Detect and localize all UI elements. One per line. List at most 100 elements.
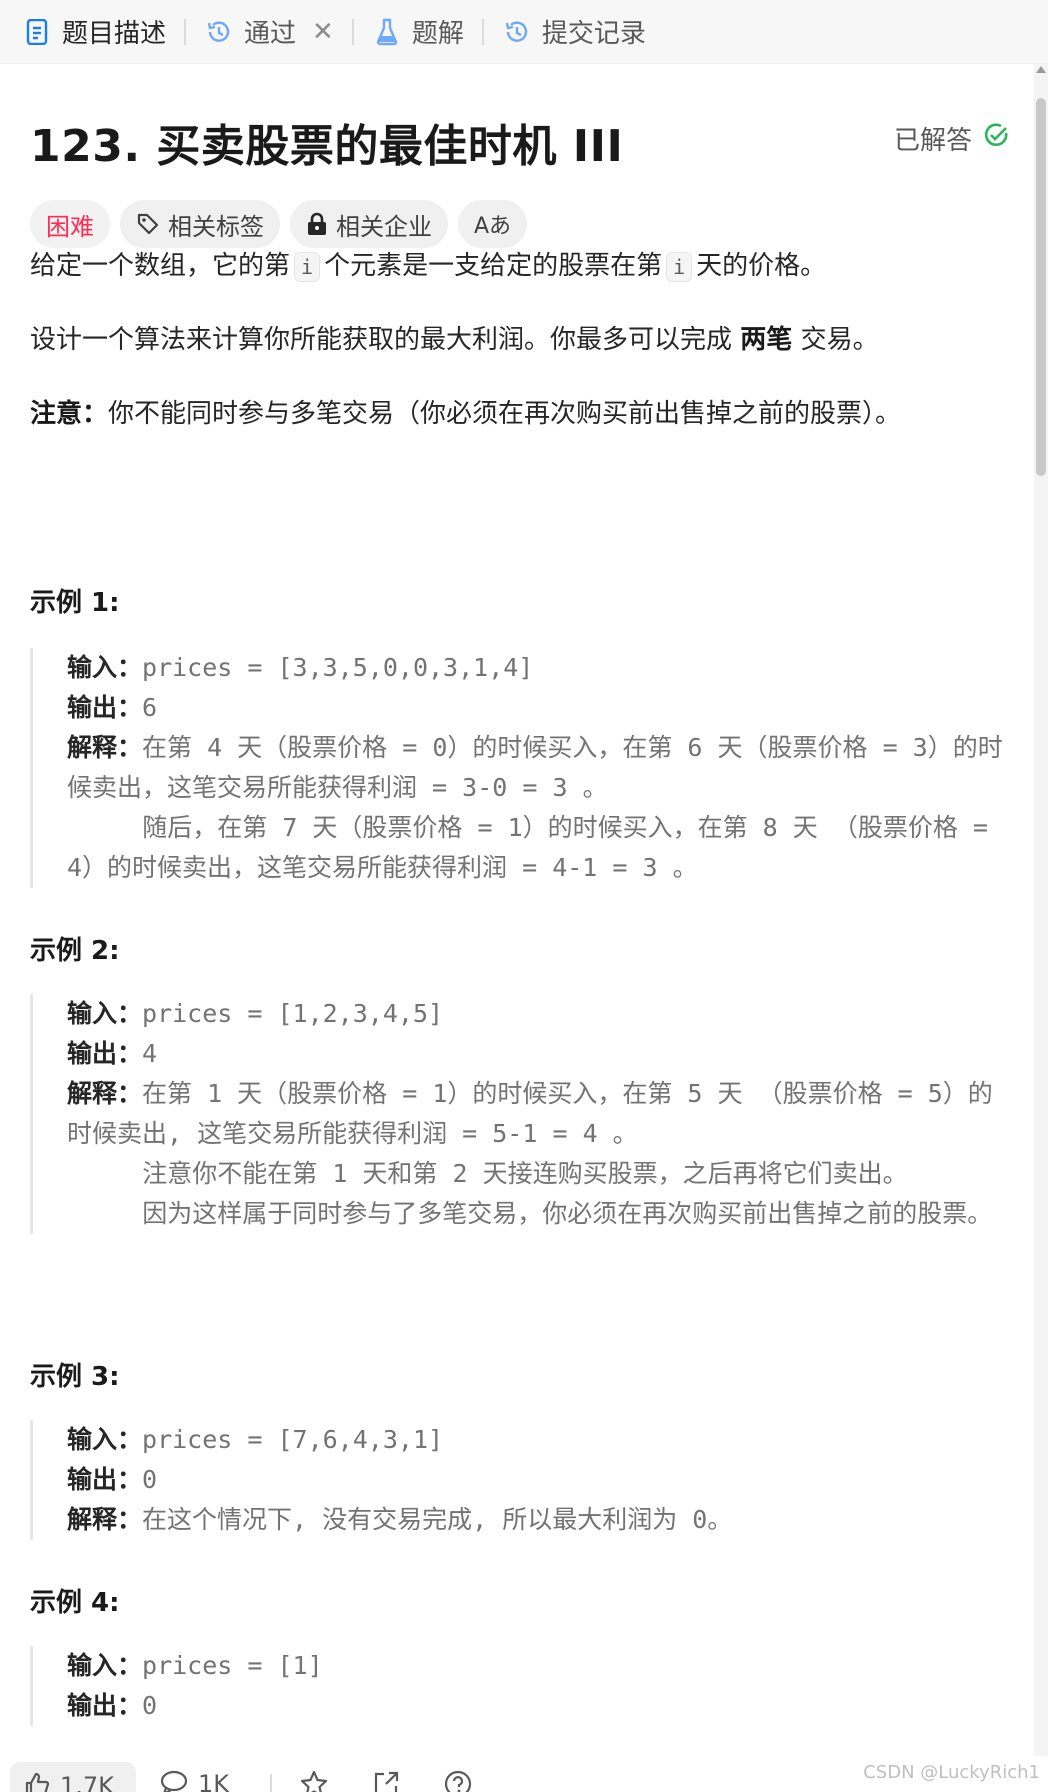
translate-icon: Aあ [474, 214, 512, 239]
explain-value: 在第 4 天（股票价格 = 0）的时候买入，在第 6 天（股票价格 = 3）的时… [67, 733, 1003, 882]
explain-label: 解释： [67, 733, 143, 762]
related-tags-label: 相关标签 [168, 212, 264, 241]
note-line: 注意：你不能同时参与多笔交易（你必须在再次购买前出售掉之前的股票）。 [30, 396, 901, 432]
output-value: 0 [142, 1465, 158, 1494]
close-icon[interactable]: ✕ [312, 17, 334, 47]
tag-icon [136, 212, 160, 236]
explain-label: 解释： [67, 1079, 143, 1108]
example-output: 输出：4 [67, 1034, 1005, 1074]
example-4-block: 输入：prices = [1] 输出：0 [30, 1646, 1005, 1726]
note-text: 你不能同时参与多笔交易（你必须在再次购买前出售掉之前的股票）。 [108, 399, 902, 429]
comment-icon [160, 1770, 188, 1792]
example-explanation: 解释：在第 4 天（股票价格 = 0）的时候买入，在第 6 天（股票价格 = 3… [67, 728, 1005, 888]
example-output: 输出：0 [67, 1686, 1005, 1726]
output-label: 输出： [67, 1039, 143, 1068]
example-output: 输出：6 [67, 688, 1005, 728]
divider [270, 1774, 272, 1792]
tab-accepted[interactable]: 通过 ✕ [204, 0, 334, 64]
history-icon [204, 17, 234, 47]
watermark: CSDN @LuckyRich1 [863, 1762, 1040, 1783]
tab-divider [481, 18, 484, 45]
input-value: prices = [1,2,3,4,5] [142, 999, 444, 1028]
description-line-1: 给定一个数组，它的第 i 个元素是一支给定的股票在第 i 天的价格。 [30, 248, 826, 285]
question-circle-icon [444, 1770, 472, 1792]
input-label: 输入： [67, 999, 143, 1028]
tag-chips: 困难 相关标签 相关企业 Aあ [30, 200, 528, 248]
input-value: prices = [3,3,5,0,0,3,1,4] [142, 653, 534, 682]
desc-text: 给定一个数组，它的第 [30, 251, 291, 281]
related-tags-chip[interactable]: 相关标签 [120, 200, 280, 248]
inline-code: i [666, 252, 693, 282]
share-button[interactable] [372, 1770, 400, 1792]
help-button[interactable] [444, 1770, 472, 1792]
title-row: 123. 买卖股票的最佳时机 III 已解答 [30, 64, 1010, 172]
like-count: 1.7K [60, 1772, 114, 1792]
history-icon [502, 17, 532, 47]
solved-status: 已解答 [894, 120, 1010, 157]
example-explanation: 解释：在第 1 天（股票价格 = 1）的时候买入，在第 5 天 （股票价格 = … [67, 1074, 1005, 1234]
input-label: 输入： [67, 653, 143, 682]
output-label: 输出： [67, 693, 143, 722]
scrollbar[interactable] [1034, 64, 1048, 1792]
share-icon [372, 1770, 400, 1792]
example-3-title: 示例 3: [30, 1362, 120, 1392]
example-2-title: 示例 2: [30, 936, 120, 966]
comments-button[interactable]: 1K [160, 1770, 229, 1792]
example-1-block: 输入：prices = [3,3,5,0,0,3,1,4] 输出：6 解释：在第… [30, 648, 1005, 888]
explain-value: 在第 1 天（股票价格 = 1）的时候买入，在第 5 天 （股票价格 = 5）的… [67, 1079, 993, 1228]
related-companies-label: 相关企业 [336, 212, 432, 241]
check-circle-icon [982, 121, 1010, 156]
tab-submissions-label: 提交记录 [541, 19, 646, 49]
related-companies-chip[interactable]: 相关企业 [290, 200, 448, 248]
example-4-title: 示例 4: [30, 1588, 120, 1618]
example-input: 输入：prices = [1] [67, 1646, 1005, 1686]
input-value: prices = [7,6,4,3,1] [142, 1425, 444, 1454]
example-3-block: 输入：prices = [7,6,4,3,1] 输出：0 解释：在这个情况下, … [30, 1420, 1005, 1540]
output-value: 0 [142, 1691, 158, 1720]
tab-accepted-label: 通过 [244, 19, 297, 49]
desc-text: 天的价格。 [696, 251, 827, 281]
lock-icon [306, 212, 328, 236]
description-line-2: 设计一个算法来计算你所能获取的最大利润。你最多可以完成 两笔 交易。 [30, 322, 879, 358]
inline-code: i [294, 252, 321, 282]
comment-count: 1K [198, 1770, 230, 1792]
like-button[interactable]: 1.7K [10, 1762, 136, 1792]
note-label: 注意： [30, 399, 109, 429]
desc-bold: 两笔 [740, 325, 793, 355]
translate-chip[interactable]: Aあ [458, 200, 528, 248]
example-output: 输出：0 [67, 1460, 1005, 1500]
solved-label: 已解答 [893, 126, 972, 156]
input-label: 输入： [67, 1651, 143, 1680]
flask-icon [372, 17, 402, 47]
desc-text: 设计一个算法来计算你所能获取的最大利润。你最多可以完成 [30, 325, 733, 355]
output-value: 4 [142, 1039, 158, 1068]
tab-description-label: 题目描述 [62, 19, 167, 49]
scrollbar-thumb[interactable] [1036, 98, 1046, 476]
difficulty-badge[interactable]: 困难 [30, 200, 110, 248]
tab-solutions[interactable]: 题解 [372, 0, 464, 64]
favorite-button[interactable] [300, 1770, 328, 1792]
thumbs-up-icon [24, 1772, 50, 1792]
example-explanation: 解释：在这个情况下, 没有交易完成, 所以最大利润为 0。 [67, 1500, 1005, 1540]
desc-text: 个元素是一支给定的股票在第 [324, 251, 663, 281]
scroll-up-icon[interactable] [1036, 66, 1046, 73]
bottom-action-bar: 1.7K 1K CSDN @LuckyRich1 [0, 1756, 1048, 1792]
input-value: prices = [1] [142, 1651, 323, 1680]
example-input: 输入：prices = [1,2,3,4,5] [67, 994, 1005, 1034]
explain-label: 解释： [67, 1505, 143, 1534]
explain-value: 在这个情况下, 没有交易完成, 所以最大利润为 0。 [142, 1505, 733, 1534]
tab-description[interactable]: 题目描述 [22, 0, 166, 64]
input-label: 输入： [67, 1425, 143, 1454]
tab-submissions[interactable]: 提交记录 [502, 0, 646, 64]
page-title: 123. 买卖股票的最佳时机 III [30, 121, 624, 172]
example-1-title: 示例 1: [30, 588, 120, 618]
example-input: 输入：prices = [7,6,4,3,1] [67, 1420, 1005, 1460]
tab-bar: 题目描述 通过 ✕ 题解 提交记录 [0, 0, 1048, 64]
tab-solutions-label: 题解 [411, 19, 464, 49]
output-label: 输出： [67, 1691, 143, 1720]
example-input: 输入：prices = [3,3,5,0,0,3,1,4] [67, 648, 1005, 688]
output-label: 输出： [67, 1465, 143, 1494]
tab-divider [351, 18, 354, 45]
problem-description: 123. 买卖股票的最佳时机 III 已解答 困难 相关标签 相关企业 Aあ 给… [30, 64, 1010, 1726]
tab-divider [184, 18, 187, 45]
